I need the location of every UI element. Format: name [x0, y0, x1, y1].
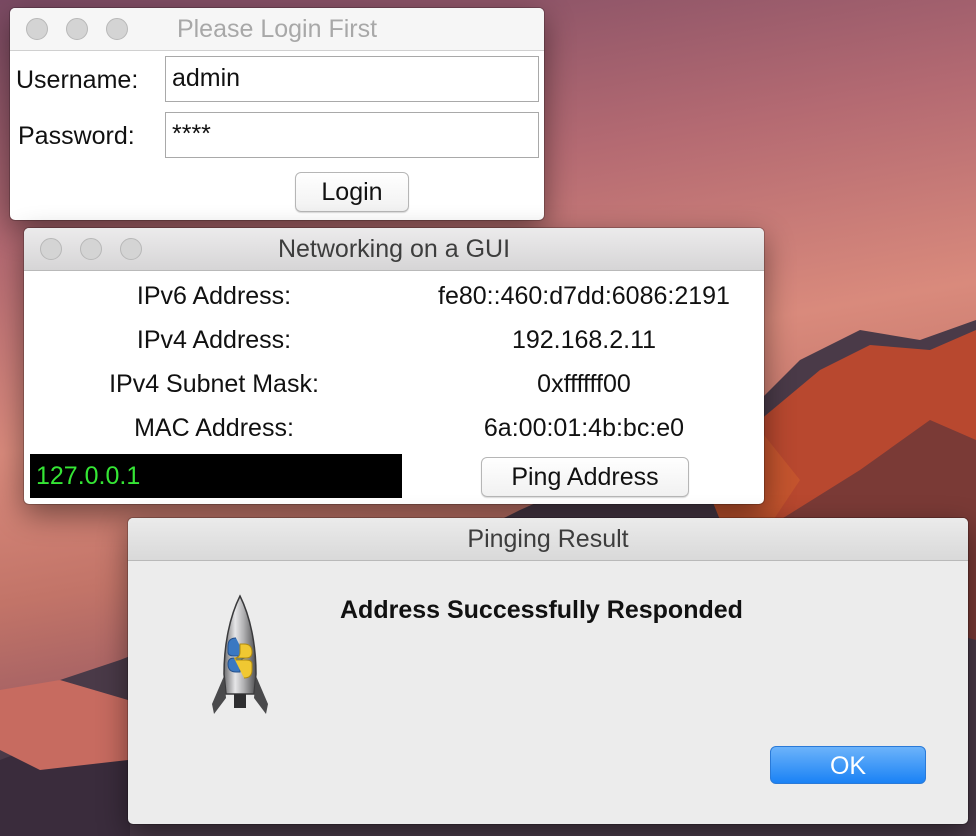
mac-address-value: 6a:00:01:4b:bc:e0: [483, 414, 685, 442]
ipv4-value: 192.168.2.11: [511, 326, 657, 354]
dialog-title: Pinging Result: [467, 525, 629, 553]
python-launcher-rocket-icon: [212, 594, 268, 714]
login-window: Please Login First Username: admin Passw…: [10, 8, 544, 220]
ok-button[interactable]: OK: [770, 746, 926, 784]
password-label: Password:: [18, 122, 135, 150]
ping-result-message: Address Successfully Responded: [340, 596, 743, 624]
ping-result-dialog: Pinging Result Address Successfully Resp…: [128, 518, 968, 824]
ping-address-input[interactable]: 127.0.0.1: [30, 454, 402, 498]
networking-titlebar[interactable]: Networking on a GUI: [24, 228, 764, 271]
login-window-title: Please Login First: [176, 15, 378, 43]
ping-address-button[interactable]: Ping Address: [481, 457, 689, 497]
login-button[interactable]: Login: [295, 172, 409, 212]
ipv6-value: fe80::460:d7dd:6086:2191: [438, 282, 730, 310]
username-label: Username:: [16, 66, 139, 94]
dialog-titlebar[interactable]: Pinging Result: [128, 518, 968, 561]
networking-window: Networking on a GUI IPv6 Address: fe80::…: [24, 228, 764, 504]
login-titlebar[interactable]: Please Login First: [10, 8, 544, 51]
username-field[interactable]: admin: [165, 56, 539, 102]
subnet-mask-value: 0xffffff00: [537, 370, 631, 398]
mac-address-label: MAC Address:: [134, 414, 294, 442]
subnet-mask-label: IPv4 Subnet Mask:: [109, 370, 319, 398]
ipv4-label: IPv4 Address:: [136, 326, 292, 354]
networking-window-title: Networking on a GUI: [277, 235, 511, 263]
ipv6-label: IPv6 Address:: [136, 282, 292, 310]
password-field[interactable]: ****: [165, 112, 539, 158]
